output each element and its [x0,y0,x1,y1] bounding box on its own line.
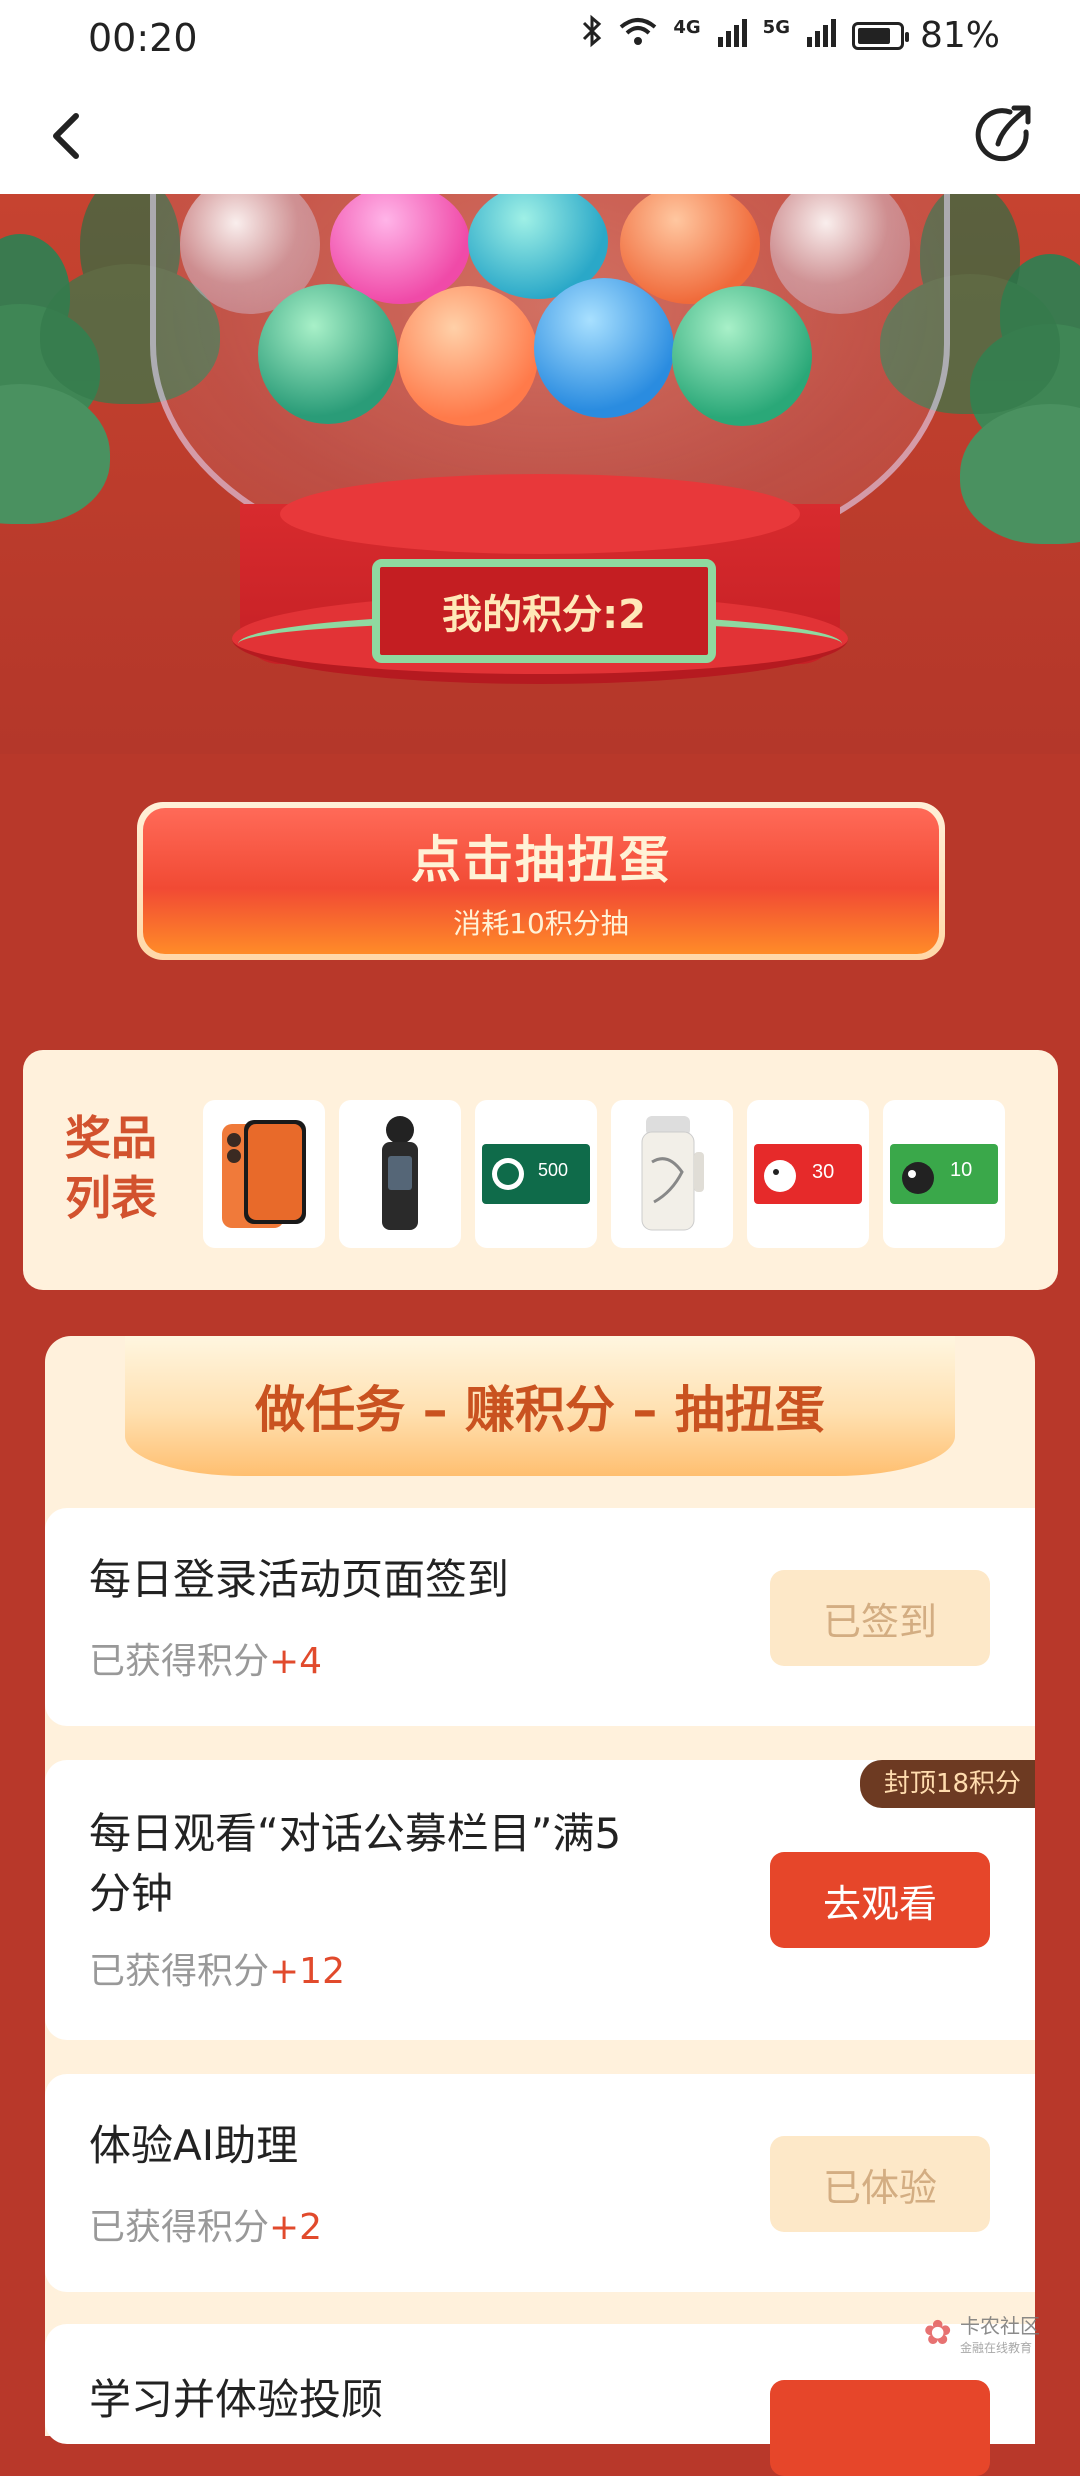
camera-image [382,1116,418,1230]
prize-item-tmall-card[interactable]: 10 [883,1100,1005,1248]
task-title: 体验AI助理 [89,2121,299,2170]
prize-item-phone[interactable] [203,1100,325,1248]
draw-button-title: 点击抽扭蛋 [411,831,671,889]
task-title: 每日登录活动页面签到 [89,1555,510,1604]
thermos-cup-image [641,1116,704,1231]
prize-list: 奖品列表 500 30 10 [23,1050,1058,1290]
task-points: 已获得积分+2 [89,2198,322,2250]
prize-item-starbucks-card[interactable]: 500 [475,1100,597,1248]
starbucks-card-value: 500 [538,1160,568,1180]
task-action-button[interactable] [770,2380,990,2476]
jd-card-value: 30 [812,1161,834,1183]
task-points-value: +2 [269,2207,323,2248]
task-title: 学习并体验投顾 [89,2375,384,2424]
bluetooth-icon [581,14,603,57]
watermark: ✿ 卡农社区 金融在线教育 [924,2310,1041,2356]
go-watch-button[interactable]: 去观看 [770,1852,990,1948]
capsule-ball [398,286,538,426]
task-points-value: +12 [269,1951,345,1992]
share-button[interactable] [974,102,1042,170]
task-card-advisor: 学习并体验投顾 [45,2324,1035,2476]
task-points-label: 已获得积分 [89,1641,270,1682]
tmall-card-value: 10 [950,1159,972,1181]
task-card-watch-video: 封顶18积分 每日观看“对话公募栏目”满5 分钟 已获得积分+12 去观看 [45,1760,1035,2040]
battery-icon [851,21,909,50]
network-type-right: 5G [762,17,790,38]
signal-icon [717,15,747,56]
task-points-label: 已获得积分 [89,2207,270,2248]
tmall-card-image: 10 [890,1144,998,1204]
back-button[interactable] [38,104,98,168]
points-label: 我的积分:2 [442,592,646,638]
task-points-value: +4 [269,1641,323,1682]
task-points-label: 已获得积分 [89,1951,270,1992]
chevron-left-icon [53,113,79,159]
prize-item-thermos[interactable] [611,1100,733,1248]
draw-gashapon-button[interactable]: 点击抽扭蛋 消耗10积分抽 [137,802,945,960]
task-points: 已获得积分+12 [89,1942,345,1994]
task-card-daily-signin: 每日登录活动页面签到 已获得积分+4 已签到 [45,1508,1035,1726]
nav-bar [0,80,1080,194]
task-banner-title: 做任务 – 赚积分 – 抽扭蛋 [255,1381,825,1439]
watermark-subtitle: 金融在线教育 [960,2341,1033,2355]
prize-item-jd-card[interactable]: 30 [747,1100,869,1248]
signal-icon [806,15,836,56]
status-time: 00:20 [88,16,198,60]
gashapon-hero: 我的积分:2 [0,194,1080,754]
draw-button-subtitle: 消耗10积分抽 [453,907,629,940]
starbucks-card-image: 500 [482,1144,590,1204]
experienced-button[interactable]: 已体验 [770,2136,990,2232]
status-bar: 00:20 4G 5G 81% [0,0,1080,80]
task-card-ai-assistant: 体验AI助理 已获得积分+2 已体验 [45,2074,1035,2292]
watermark-title: 卡农社区 [960,2314,1040,2338]
points-plate: 我的积分:2 [372,559,716,663]
capsule-ball [672,286,812,426]
task-points: 已获得积分+4 [89,1632,322,1684]
jd-card-image: 30 [754,1144,862,1204]
draw-button-face: 点击抽扭蛋 消耗10积分抽 [143,808,939,954]
share-icon [975,105,1031,162]
prize-item-camera[interactable] [339,1100,461,1248]
task-title-line-2: 分钟 [89,1869,174,1918]
capsule-ball [258,284,398,424]
signed-in-button[interactable]: 已签到 [770,1570,990,1666]
gashapon-base-top [280,474,800,554]
watermark-logo-icon: ✿ [923,2313,953,2353]
phone-image [222,1120,306,1228]
wifi-icon [619,16,657,56]
status-icons: 4G 5G 81% [581,14,1000,57]
network-type-left: 4G [673,17,701,38]
battery-percent: 81% [919,15,1000,56]
points-cap-badge: 封顶18积分 [859,1760,1035,1808]
task-title-line-1: 每日观看“对话公募栏目”满5 [89,1809,622,1858]
prize-list-label: 奖品列表 [65,1111,157,1225]
capsule-ball [534,278,674,418]
task-banner: 做任务 – 赚积分 – 抽扭蛋 [125,1336,955,1476]
